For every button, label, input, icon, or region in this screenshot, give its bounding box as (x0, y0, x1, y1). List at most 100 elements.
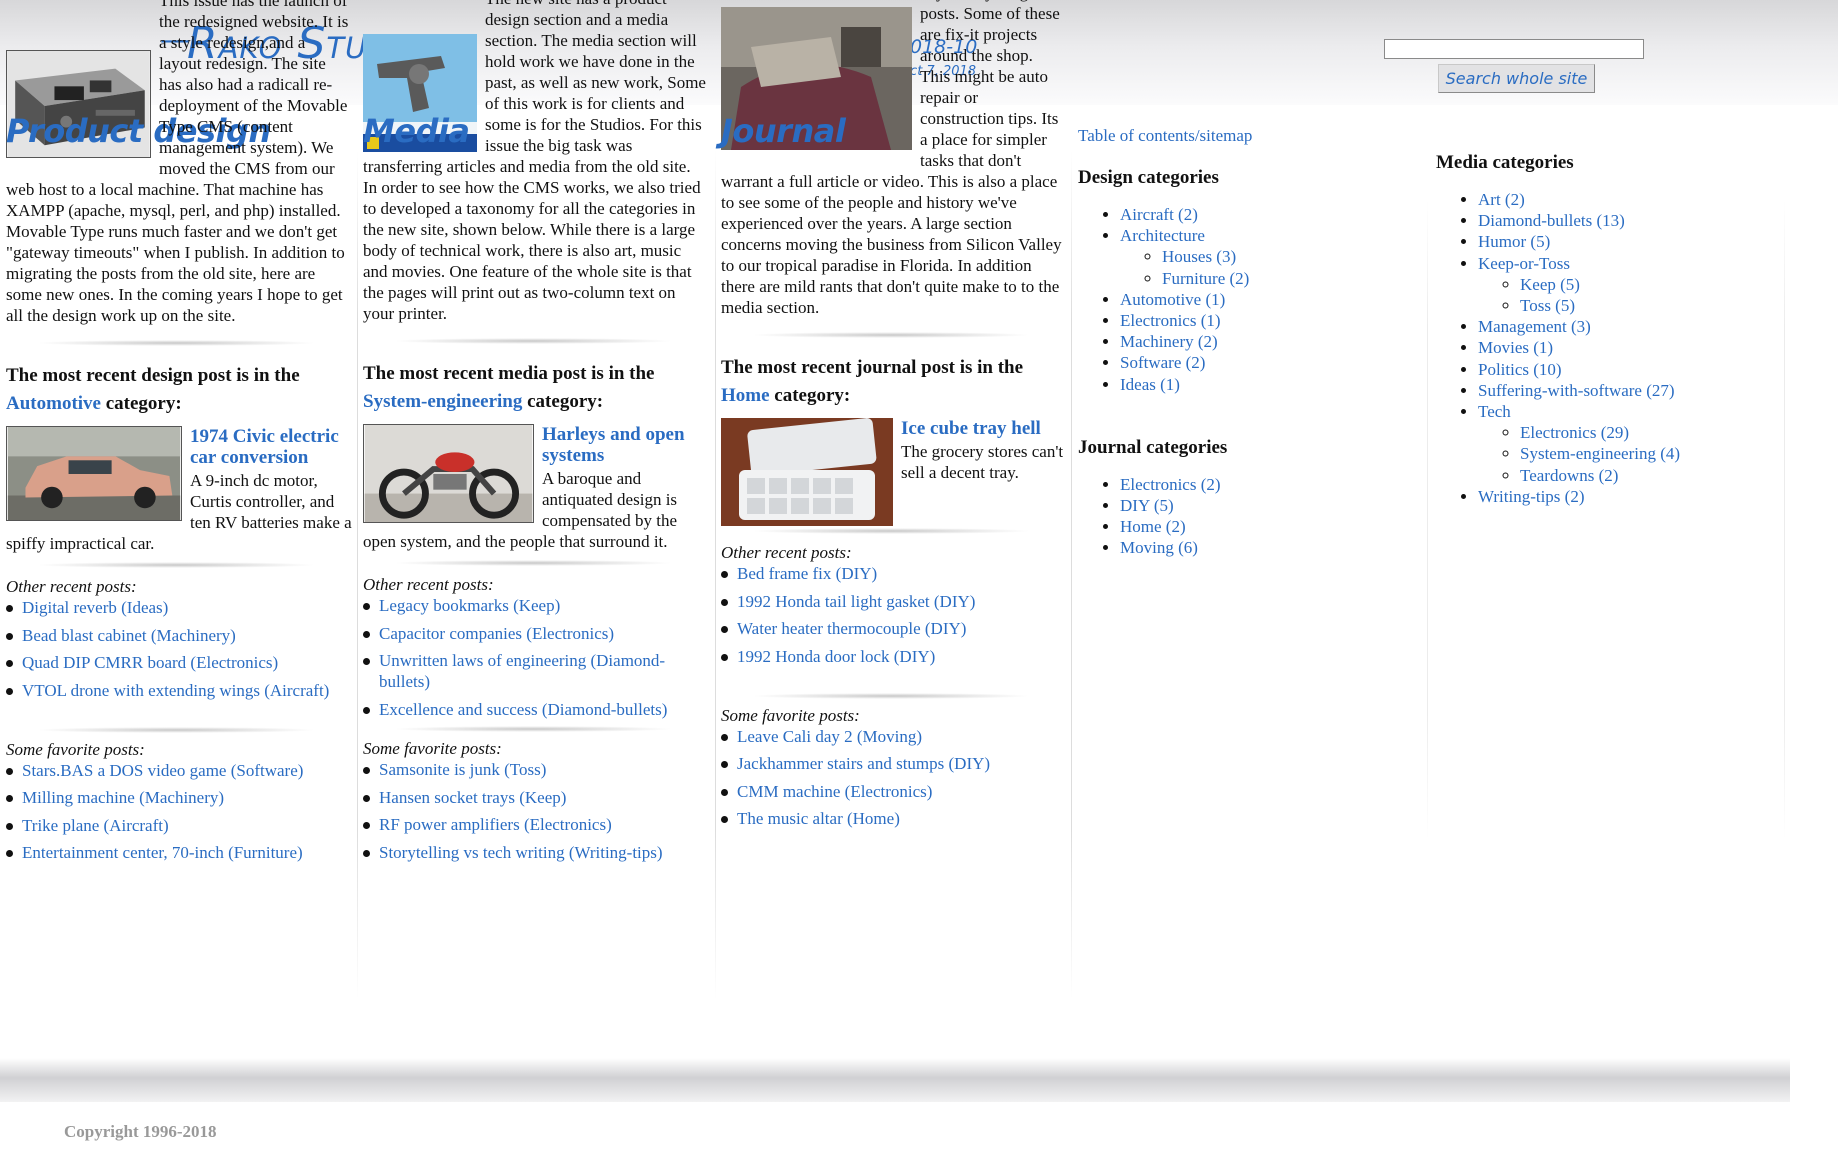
civic-car-image[interactable] (6, 426, 182, 521)
category-item[interactable]: Politics (10) (1478, 359, 1776, 380)
post-link[interactable]: Storytelling vs tech writing (Writing-ti… (379, 843, 663, 862)
list-item[interactable]: Unwritten laws of engineering (Diamond-b… (363, 650, 708, 692)
category-item[interactable]: Furniture (2) (1162, 268, 1418, 289)
category-link[interactable]: Electronics (1) (1120, 311, 1221, 330)
category-link[interactable]: Toss (5) (1520, 296, 1575, 315)
category-link[interactable]: Aircraft (2) (1120, 205, 1198, 224)
category-item[interactable]: Software (2) (1120, 352, 1418, 373)
post-link[interactable]: Legacy bookmarks (Keep) (379, 596, 560, 615)
category-item[interactable]: System-engineering (4) (1520, 443, 1776, 464)
post-link[interactable]: Capacitor companies (Electronics) (379, 624, 614, 643)
search-button[interactable]: Search whole site (1438, 64, 1595, 93)
post-link[interactable]: Trike plane (Aircraft) (22, 816, 169, 835)
post-link[interactable]: Quad DIP CMRR board (Electronics) (22, 653, 278, 672)
category-link[interactable]: Politics (10) (1478, 360, 1562, 379)
category-item[interactable]: Keep (5) (1520, 274, 1776, 295)
list-item[interactable]: Quad DIP CMRR board (Electronics) (6, 652, 352, 673)
list-item[interactable]: The music altar (Home) (721, 808, 1066, 829)
category-item[interactable]: Diamond-bullets (13) (1478, 210, 1776, 231)
post-link[interactable]: 1992 Honda tail light gasket (DIY) (737, 592, 975, 611)
category-link[interactable]: Keep (5) (1520, 275, 1580, 294)
category-link[interactable]: DIY (5) (1120, 496, 1174, 515)
list-item[interactable]: Stars.BAS a DOS video game (Software) (6, 760, 352, 781)
category-item[interactable]: Electronics (1) (1120, 310, 1418, 331)
post-link[interactable]: Bead blast cabinet (Machinery) (22, 626, 236, 645)
category-item[interactable]: Tech Electronics (29) System-engineering… (1478, 401, 1776, 486)
category-item[interactable]: Home (2) (1120, 516, 1418, 537)
recent-design-category-link[interactable]: Automotive (6, 393, 101, 414)
post-link[interactable]: Excellence and success (Diamond-bullets) (379, 700, 667, 719)
category-link[interactable]: Electronics (2) (1120, 475, 1221, 494)
list-item[interactable]: Water heater thermocouple (DIY) (721, 618, 1066, 639)
recent-media-category-link[interactable]: System-engineering (363, 391, 522, 412)
category-link[interactable]: Tech (1478, 402, 1511, 421)
category-link[interactable]: Home (2) (1120, 517, 1186, 536)
category-link[interactable]: Suffering-with-software (27) (1478, 381, 1675, 400)
category-item[interactable]: Management (3) (1478, 316, 1776, 337)
category-item[interactable]: Writing-tips (2) (1478, 486, 1776, 507)
category-link[interactable]: System-engineering (4) (1520, 444, 1680, 463)
list-item[interactable]: Excellence and success (Diamond-bullets) (363, 699, 708, 720)
category-item[interactable]: Automotive (1) (1120, 289, 1418, 310)
list-item[interactable]: VTOL drone with extending wings (Aircraf… (6, 680, 352, 701)
category-item[interactable]: Movies (1) (1478, 337, 1776, 358)
category-item[interactable]: Architecture Houses (3) Furniture (2) (1120, 225, 1418, 289)
category-item[interactable]: Teardowns (2) (1520, 465, 1776, 486)
category-item[interactable]: Keep-or-Toss Keep (5) Toss (5) (1478, 253, 1776, 317)
category-item[interactable]: Humor (5) (1478, 231, 1776, 252)
list-item[interactable]: CMM machine (Electronics) (721, 781, 1066, 802)
category-link[interactable]: Art (2) (1478, 190, 1525, 209)
ice-cube-tray-image[interactable] (721, 418, 893, 526)
post-link[interactable]: Stars.BAS a DOS video game (Software) (22, 761, 303, 780)
list-item[interactable]: Legacy bookmarks (Keep) (363, 595, 708, 616)
post-link[interactable]: RF power amplifiers (Electronics) (379, 815, 612, 834)
category-item[interactable]: Art (2) (1478, 189, 1776, 210)
list-item[interactable]: Trike plane (Aircraft) (6, 815, 352, 836)
category-link[interactable]: Architecture (1120, 226, 1205, 245)
post-link[interactable]: Jackhammer stairs and stumps (DIY) (737, 754, 990, 773)
toc-sitemap-link[interactable]: Table of contents/sitemap (1078, 126, 1252, 145)
post-link[interactable]: Entertainment center, 70-inch (Furniture… (22, 843, 303, 862)
list-item[interactable]: Jackhammer stairs and stumps (DIY) (721, 753, 1066, 774)
category-link[interactable]: Diamond-bullets (13) (1478, 211, 1625, 230)
category-item[interactable]: Suffering-with-software (27) (1478, 380, 1776, 401)
category-link[interactable]: Machinery (2) (1120, 332, 1218, 351)
category-link[interactable]: Furniture (2) (1162, 269, 1249, 288)
list-item[interactable]: Bead blast cabinet (Machinery) (6, 625, 352, 646)
list-item[interactable]: Leave Cali day 2 (Moving) (721, 726, 1066, 747)
category-item[interactable]: Machinery (2) (1120, 331, 1418, 352)
category-link[interactable]: Management (3) (1478, 317, 1591, 336)
category-link[interactable]: Ideas (1) (1120, 375, 1180, 394)
category-link[interactable]: Teardowns (2) (1520, 466, 1618, 485)
category-item[interactable]: Toss (5) (1520, 295, 1776, 316)
category-link[interactable]: Movies (1) (1478, 338, 1553, 357)
post-link[interactable]: 1992 Honda door lock (DIY) (737, 647, 935, 666)
post-link[interactable]: Hansen socket trays (Keep) (379, 788, 566, 807)
category-link[interactable]: Writing-tips (2) (1478, 487, 1585, 506)
list-item[interactable]: Milling machine (Machinery) (6, 787, 352, 808)
post-link[interactable]: Digital reverb (Ideas) (22, 598, 168, 617)
category-link[interactable]: Automotive (1) (1120, 290, 1225, 309)
category-item[interactable]: Ideas (1) (1120, 374, 1418, 395)
category-link[interactable]: Humor (5) (1478, 232, 1550, 251)
category-link[interactable]: Moving (6) (1120, 538, 1198, 557)
post-link[interactable]: CMM machine (Electronics) (737, 782, 932, 801)
list-item[interactable]: Bed frame fix (DIY) (721, 563, 1066, 584)
recent-journal-category-link[interactable]: Home (721, 385, 770, 406)
list-item[interactable]: Entertainment center, 70-inch (Furniture… (6, 842, 352, 863)
list-item[interactable]: Digital reverb (Ideas) (6, 597, 352, 618)
list-item[interactable]: Hansen socket trays (Keep) (363, 787, 708, 808)
harley-motorcycle-image[interactable] (363, 424, 534, 523)
category-item[interactable]: Houses (3) (1162, 246, 1418, 267)
post-link[interactable]: Unwritten laws of engineering (Diamond-b… (379, 651, 665, 691)
post-link[interactable]: The music altar (Home) (737, 809, 900, 828)
list-item[interactable]: Capacitor companies (Electronics) (363, 623, 708, 644)
category-link[interactable]: Electronics (29) (1520, 423, 1629, 442)
category-item[interactable]: DIY (5) (1120, 495, 1418, 516)
list-item[interactable]: RF power amplifiers (Electronics) (363, 814, 708, 835)
list-item[interactable]: 1992 Honda door lock (DIY) (721, 646, 1066, 667)
post-link[interactable]: Milling machine (Machinery) (22, 788, 224, 807)
post-link[interactable]: VTOL drone with extending wings (Aircraf… (22, 681, 329, 700)
list-item[interactable]: Samsonite is junk (Toss) (363, 759, 708, 780)
category-item[interactable]: Electronics (29) (1520, 422, 1776, 443)
